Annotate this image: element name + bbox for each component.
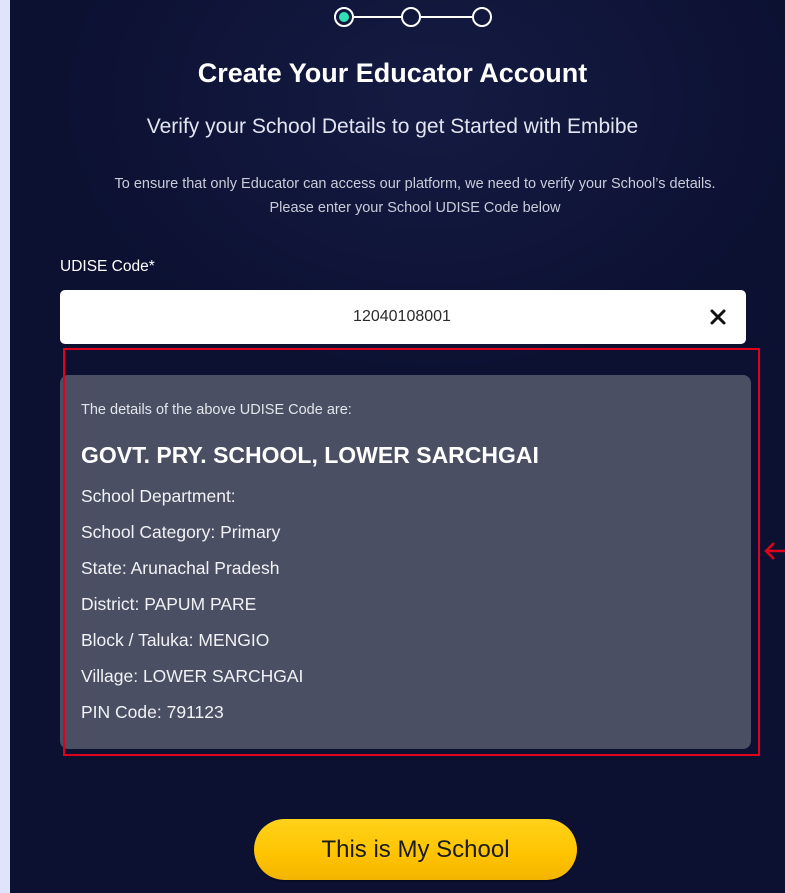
page-subtitle: Verify your School Details to get Starte… [146, 115, 639, 138]
info-line-2: Please enter your School UDISE Code belo… [269, 200, 561, 216]
highlight-box [63, 348, 760, 756]
udise-code-input[interactable] [60, 290, 700, 344]
arrow-left-icon [764, 542, 785, 560]
step-connector [354, 16, 401, 18]
udise-code-label: UDISE Code* [60, 258, 155, 275]
page-title: Create Your Educator Account [197, 58, 588, 88]
progress-stepper [331, 6, 492, 32]
step-1-indicator [334, 7, 354, 27]
step-connector [421, 16, 472, 18]
close-icon[interactable] [706, 305, 730, 329]
this-is-my-school-button[interactable]: This is My School [254, 819, 577, 880]
step-3-indicator [472, 7, 492, 27]
step-2-indicator [401, 7, 421, 27]
info-text: To ensure that only Educator can access … [30, 172, 785, 220]
info-line-1: To ensure that only Educator can access … [114, 176, 716, 192]
udise-code-field[interactable] [60, 290, 746, 344]
